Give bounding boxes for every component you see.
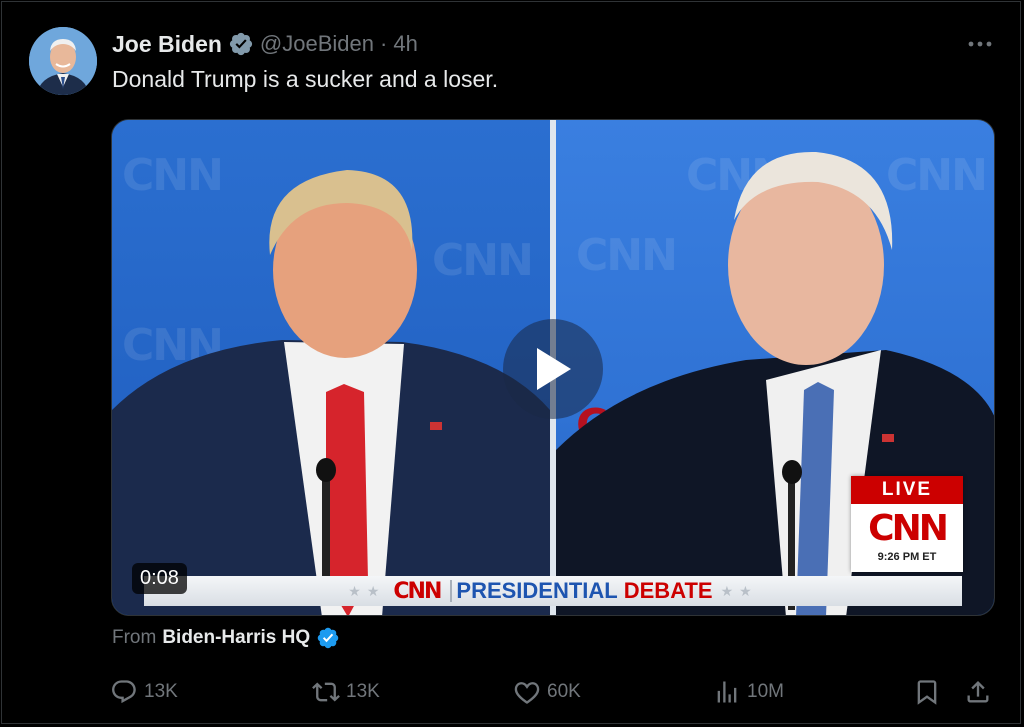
repost-icon: [312, 682, 340, 702]
video-player[interactable]: CNN CNN CNN CNN CNN CNN CNN: [111, 119, 995, 616]
reply-button[interactable]: 13K: [110, 674, 178, 710]
lower-third-network: CNN: [393, 578, 442, 604]
source-name-link[interactable]: Biden-Harris HQ: [162, 627, 310, 649]
avatar[interactable]: [29, 27, 97, 95]
repost-button[interactable]: 13K: [312, 674, 380, 710]
video-left-panel: CNN CNN CNN: [112, 120, 550, 615]
lower-third-title-2: DEBATE: [623, 578, 713, 603]
video-source: From Biden-Harris HQ: [112, 626, 340, 650]
more-icon: [968, 41, 992, 47]
separator-dot: ·: [380, 31, 388, 56]
lower-third-banner: ★★ CNN PRESIDENTIAL DEBATE ★★: [144, 576, 962, 606]
timestamp[interactable]: 4h: [393, 31, 417, 57]
play-icon: [537, 348, 571, 390]
live-network-logo: CNN: [868, 508, 949, 549]
play-button[interactable]: [503, 319, 603, 419]
author-handle[interactable]: @JoeBiden: [260, 31, 374, 57]
views-icon: [717, 681, 737, 703]
stars-decoration: ★★: [348, 582, 386, 599]
live-time: 9:26 PM ET: [877, 551, 937, 563]
more-options-button[interactable]: [964, 32, 996, 56]
tweet-card[interactable]: Joe Biden @JoeBiden · 4h Donald Trump is…: [1, 1, 1021, 724]
view-count: 10M: [747, 681, 784, 702]
lower-third-separator: [450, 580, 453, 602]
like-count: 60K: [547, 681, 581, 702]
bookmark-icon: [917, 680, 937, 705]
reply-icon: [112, 680, 136, 704]
bookmark-button[interactable]: [913, 674, 941, 710]
video-duration: 0:08: [132, 563, 187, 594]
verified-badge-icon: [229, 32, 253, 56]
stars-decoration: ★★: [720, 582, 758, 599]
lower-third-title-1: PRESIDENTIAL: [456, 578, 618, 603]
share-button[interactable]: [964, 674, 992, 710]
author-name[interactable]: Joe Biden: [112, 31, 222, 58]
action-bar: 13K 13K 60K 10M: [2, 674, 1024, 710]
reply-count: 13K: [144, 681, 178, 702]
share-icon: [967, 681, 989, 703]
verified-badge-icon: [317, 627, 339, 649]
like-icon: [514, 682, 540, 704]
like-button[interactable]: 60K: [513, 674, 581, 710]
tweet-text: Donald Trump is a sucker and a loser.: [112, 66, 499, 92]
repost-count: 13K: [346, 681, 380, 702]
live-bug: LIVE CNN 9:26 PM ET: [851, 476, 963, 572]
speaker-left-figure: [112, 170, 550, 615]
source-prefix: From: [112, 627, 157, 648]
live-label: LIVE: [851, 476, 963, 504]
views-button[interactable]: 10M: [713, 674, 784, 710]
tweet-header: Joe Biden @JoeBiden · 4h: [112, 29, 418, 59]
